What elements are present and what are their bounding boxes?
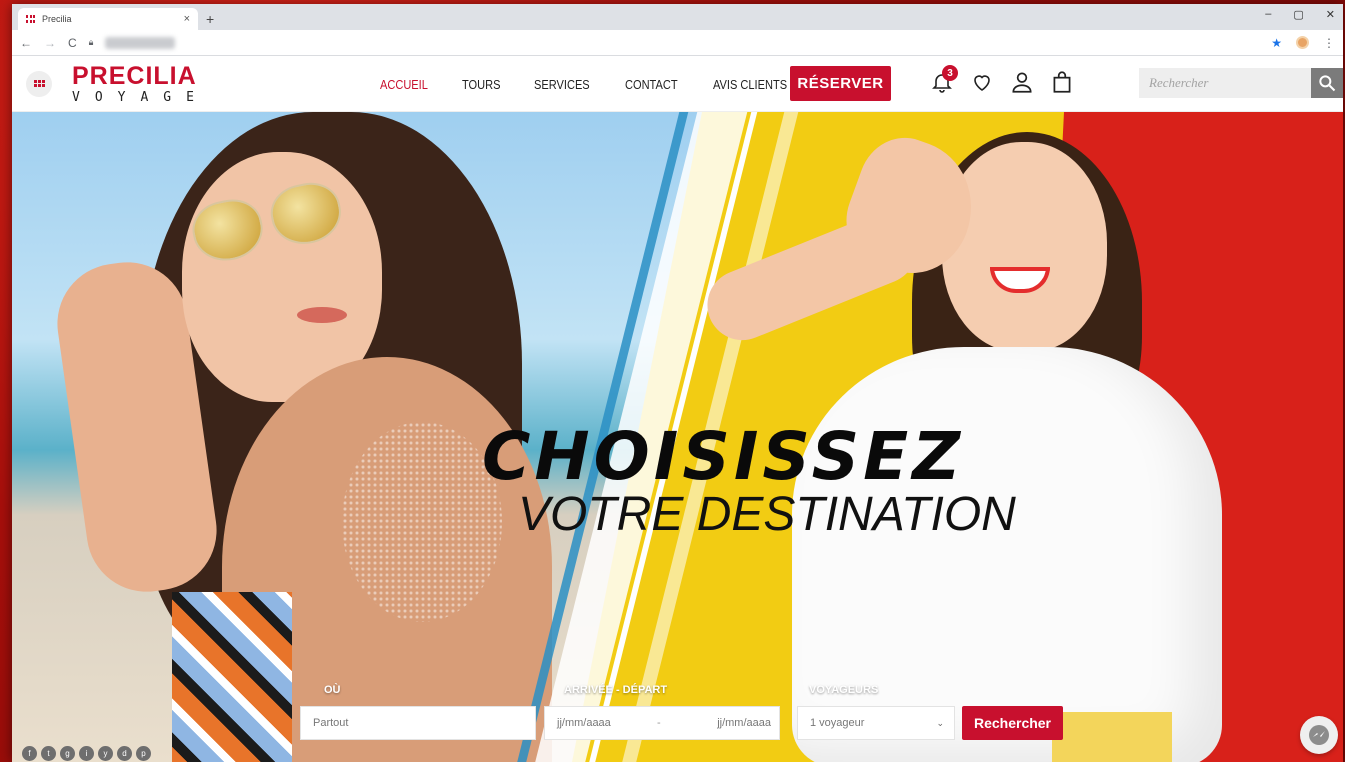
facebook-icon[interactable]: f [22,746,37,761]
user-icon [1012,72,1032,93]
header-icons: 3 [928,65,1076,96]
site-header: PRECILIA VOYAGE ACCUEIL TOURS SERVICES C… [12,56,1343,112]
youtube-icon[interactable]: y [98,746,113,761]
headline-sub: VOTRE DESTINATION [518,488,1016,541]
browser-menu-icon[interactable]: ⋮ [1323,36,1335,50]
browser-tab-strip: Precilia × + – ▢ ✕ [12,4,1343,30]
tab-close-icon[interactable]: × [184,13,190,25]
model-right-pants [1052,712,1172,762]
reserve-button[interactable]: RÉSERVER [790,66,891,101]
reload-icon[interactable]: C [68,36,77,50]
forward-icon[interactable]: → [44,36,56,50]
site-logo[interactable]: PRECILIA VOYAGE [72,61,209,105]
heart-icon [974,75,990,91]
notifications-button[interactable]: 3 [928,65,958,96]
date-separator: - [657,717,661,729]
google-icon[interactable]: g [60,746,75,761]
model-right-face [942,142,1107,352]
cart-button[interactable] [1048,68,1076,96]
close-window-button[interactable]: ✕ [1326,8,1335,21]
hero-banner: CHOISISSEZ VOTRE DESTINATION OÙ Partout … [12,112,1343,762]
profile-avatar[interactable] [1296,36,1309,49]
lock-icon[interactable]: 🔒︎ [89,37,94,48]
where-label: OÙ [324,684,341,696]
menu-grid-button[interactable] [26,70,52,97]
where-placeholder: Partout [313,717,349,729]
nav-item-avis-clients[interactable]: AVIS CLIENTS [713,77,787,92]
model-left-swimsuit [172,592,292,762]
chevron-down-icon: ⌄ [936,717,944,728]
social-links: f t g i y d p [22,746,151,761]
grid-icon [33,80,45,87]
minimize-button[interactable]: – [1265,8,1271,21]
back-icon[interactable]: ← [20,36,32,50]
date-start-placeholder: jj/mm/aaaa [557,717,611,729]
tab-title: Precilia [42,14,72,24]
pinterest-icon[interactable]: p [136,746,151,761]
bag-icon [1053,71,1071,93]
url-field[interactable] [105,36,176,49]
nav-item-services[interactable]: SERVICES [534,77,590,92]
twitter-icon[interactable]: t [41,746,56,761]
hero-headline: CHOISISSEZ VOTRE DESTINATION [482,424,1182,540]
date-end-placeholder: jj/mm/aaaa [717,717,771,729]
address-bar: ← → C 🔒︎ ★ ⋮ [12,30,1343,56]
bookmark-star-icon[interactable]: ★ [1271,36,1282,50]
nav-item-contact[interactable]: CONTACT [625,77,678,92]
travelers-value: 1 voyageur [810,717,865,729]
messenger-chat-button[interactable] [1300,716,1338,754]
account-button[interactable] [1008,68,1036,96]
nav-item-accueil[interactable]: ACCUEIL [380,77,428,92]
browser-tab[interactable]: Precilia × [18,8,198,30]
site-search [1139,68,1343,98]
headline-main: CHOISISSEZ [482,418,965,495]
wishlist-button[interactable] [968,68,996,96]
maximize-button[interactable]: ▢ [1293,8,1303,21]
instagram-icon[interactable]: i [79,746,94,761]
new-tab-button[interactable]: + [206,11,214,27]
sand-texture [342,422,502,622]
model-right-shirt [792,347,1222,762]
model-left-lips [297,307,347,323]
search-input[interactable] [1139,68,1311,98]
logo-brand: PRECILIA [72,61,197,90]
nav-item-tours[interactable]: TOURS [462,77,500,92]
tiktok-icon[interactable]: d [117,746,132,761]
travelers-label: VOYAGEURS [809,684,879,696]
dates-field[interactable]: jj/mm/aaaa - jj/mm/aaaa [544,706,780,740]
notification-badge: 3 [942,65,958,81]
logo-subtitle: VOYAGE [72,89,209,105]
where-field[interactable]: Partout [300,706,536,740]
travelers-select[interactable]: 1 voyageur ⌄ [797,706,955,740]
favicon-icon [26,15,36,23]
booking-search-button[interactable]: Rechercher [962,706,1063,740]
dates-label: ARRIVÉE - DÉPART [564,684,668,696]
browser-window: Precilia × + – ▢ ✕ ← → C 🔒︎ ★ ⋮ PRECILIA… [12,4,1343,762]
search-icon [1319,75,1336,92]
window-controls: – ▢ ✕ [1265,8,1335,21]
main-nav: ACCUEIL TOURS SERVICES CONTACT AVIS CLIE… [380,56,800,112]
search-submit-button[interactable] [1311,68,1343,98]
messenger-icon [1309,725,1329,745]
